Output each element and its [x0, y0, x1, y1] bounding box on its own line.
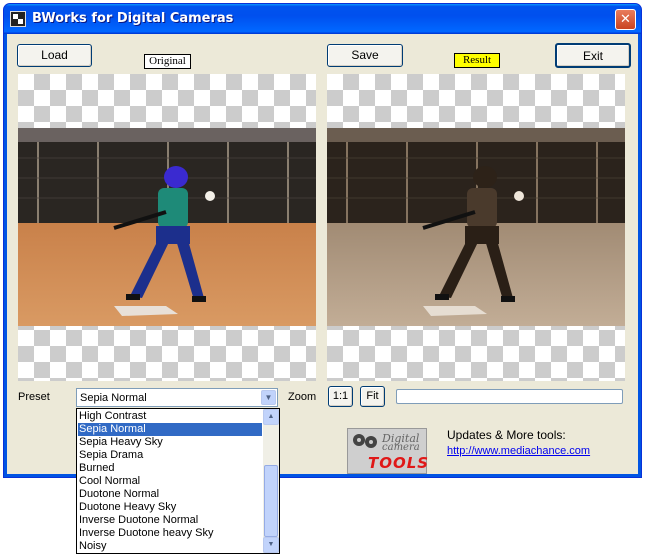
client-area: Load Original Save Result Exit Preset Se… — [7, 34, 638, 554]
dropdown-scrollbar[interactable]: ▲ ▼ — [263, 409, 279, 553]
scroll-thumb[interactable] — [264, 465, 278, 537]
result-photo — [327, 128, 625, 326]
save-button[interactable]: Save — [327, 44, 403, 67]
close-icon[interactable]: ✕ — [615, 9, 636, 30]
preset-option[interactable]: Burned — [78, 462, 262, 475]
logo-line2: camera — [382, 442, 420, 453]
scroll-down-icon[interactable]: ▼ — [263, 537, 279, 553]
app-icon — [10, 11, 26, 27]
zoom-fit-button[interactable]: Fit — [360, 386, 385, 407]
zoom-label: Zoom — [288, 391, 317, 403]
preset-option[interactable]: Sepia Heavy Sky — [78, 436, 262, 449]
result-image-panel — [327, 74, 625, 381]
preset-option[interactable]: High Contrast — [78, 410, 262, 423]
preset-option[interactable]: Cool Normal — [78, 475, 262, 488]
preset-option[interactable]: Sepia Drama — [78, 449, 262, 462]
preset-option[interactable]: Duotone Normal — [78, 488, 262, 501]
preset-selected-value: Sepia Normal — [80, 392, 147, 404]
app-window: BWorks for Digital Cameras ✕ Load Origin… — [3, 3, 642, 554]
film-reel-icon — [353, 434, 377, 448]
original-label: Original — [144, 54, 191, 69]
original-image-panel — [18, 74, 316, 381]
preset-option[interactable]: Duotone Heavy Sky — [78, 501, 262, 514]
load-button[interactable]: Load — [17, 44, 92, 67]
preset-dropdown-list: High Contrast Sepia Normal Sepia Heavy Sky… — [76, 408, 280, 554]
digital-camera-tools-logo: Digital camera TOOLS — [347, 428, 430, 474]
scroll-up-icon[interactable]: ▲ — [263, 409, 279, 425]
logo-line3: TOOLS — [368, 454, 430, 472]
preset-option[interactable]: Sepia Normal — [78, 423, 262, 436]
mediachance-link[interactable]: http://www.mediachance.com — [447, 445, 590, 457]
preset-option[interactable]: Noisy — [78, 540, 262, 553]
preset-select[interactable]: Sepia Normal ▼ — [76, 388, 278, 407]
updates-label: Updates & More tools: — [447, 428, 566, 442]
zoom-1to1-button[interactable]: 1:1 — [328, 386, 353, 407]
preset-option[interactable]: Inverse Duotone Normal — [78, 514, 262, 527]
exit-button[interactable]: Exit — [555, 43, 631, 68]
preset-label: Preset — [18, 391, 50, 403]
preset-option[interactable]: Inverse Duotone heavy Sky — [78, 527, 262, 540]
window-title: BWorks for Digital Cameras — [32, 11, 234, 26]
title-bar[interactable]: BWorks for Digital Cameras ✕ — [4, 4, 641, 34]
chevron-down-icon[interactable]: ▼ — [261, 390, 276, 405]
original-photo — [18, 128, 316, 326]
progress-bar — [396, 389, 623, 404]
result-label: Result — [454, 53, 500, 68]
